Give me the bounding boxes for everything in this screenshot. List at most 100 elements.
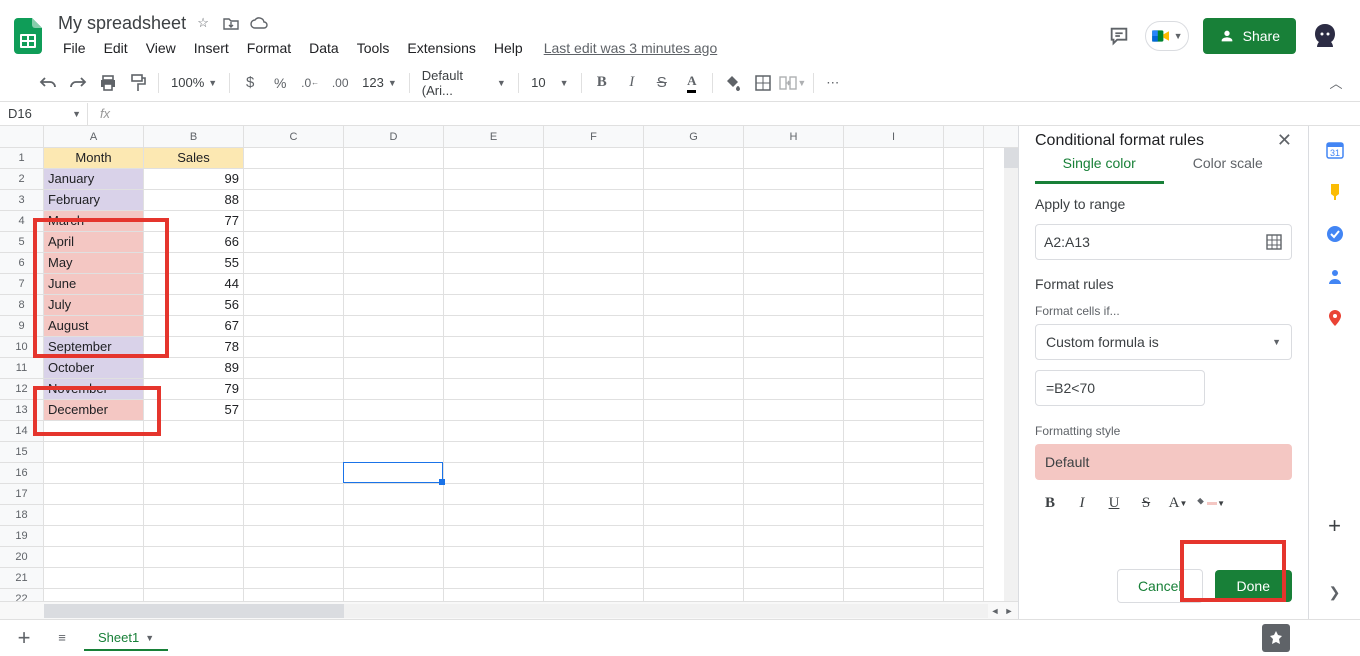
row-header-15[interactable]: 15: [0, 442, 44, 463]
add-sheet-icon[interactable]: +: [8, 622, 40, 654]
cell[interactable]: [244, 274, 344, 295]
cell[interactable]: August: [44, 316, 144, 337]
row-header-9[interactable]: 9: [0, 316, 44, 337]
cell[interactable]: [244, 169, 344, 190]
cell[interactable]: 56: [144, 295, 244, 316]
menu-extensions[interactable]: Extensions: [398, 36, 484, 60]
cell[interactable]: [644, 316, 744, 337]
cell[interactable]: [244, 316, 344, 337]
menu-tools[interactable]: Tools: [348, 36, 399, 60]
cell[interactable]: [244, 463, 344, 484]
row-header-20[interactable]: 20: [0, 547, 44, 568]
column-header-A[interactable]: A: [44, 126, 144, 147]
text-color-icon[interactable]: A: [678, 69, 706, 97]
zoom-select[interactable]: 100% ▼: [165, 69, 223, 97]
cell[interactable]: 77: [144, 211, 244, 232]
cell[interactable]: [144, 526, 244, 547]
cell[interactable]: [244, 547, 344, 568]
row-header-18[interactable]: 18: [0, 505, 44, 526]
cell[interactable]: [344, 379, 444, 400]
cell[interactable]: [444, 211, 544, 232]
addons-plus-icon[interactable]: +: [1328, 513, 1341, 539]
redo-icon[interactable]: [64, 69, 92, 97]
cell[interactable]: [744, 190, 844, 211]
done-button[interactable]: Done: [1215, 570, 1292, 602]
cell[interactable]: [744, 295, 844, 316]
bold-icon[interactable]: B: [588, 69, 616, 97]
cell[interactable]: [744, 463, 844, 484]
share-button[interactable]: Share: [1203, 18, 1296, 54]
cell[interactable]: [544, 190, 644, 211]
menu-edit[interactable]: Edit: [95, 36, 137, 60]
cell[interactable]: 66: [144, 232, 244, 253]
cell[interactable]: [644, 547, 744, 568]
maps-icon[interactable]: [1325, 308, 1345, 328]
more-formats-select[interactable]: 123 ▼: [356, 69, 403, 97]
cell[interactable]: [644, 484, 744, 505]
column-header-D[interactable]: D: [344, 126, 444, 147]
mini-fill-color-icon[interactable]: ▼: [1195, 488, 1225, 518]
cell[interactable]: [444, 505, 544, 526]
cell[interactable]: [144, 463, 244, 484]
cell[interactable]: [344, 505, 444, 526]
cell[interactable]: 88: [144, 190, 244, 211]
menu-file[interactable]: File: [54, 36, 95, 60]
font-size-select[interactable]: 10 ▼: [525, 69, 575, 97]
cell[interactable]: [344, 211, 444, 232]
row-header-21[interactable]: 21: [0, 568, 44, 589]
sheet-menu-icon[interactable]: ▼: [145, 633, 154, 643]
cell[interactable]: [344, 358, 444, 379]
menu-help[interactable]: Help: [485, 36, 532, 60]
cell[interactable]: [244, 358, 344, 379]
cell[interactable]: [344, 526, 444, 547]
menu-data[interactable]: Data: [300, 36, 348, 60]
cell[interactable]: [644, 568, 744, 589]
cell[interactable]: [644, 148, 744, 169]
cell[interactable]: [544, 568, 644, 589]
cell[interactable]: [244, 442, 344, 463]
row-header-10[interactable]: 10: [0, 337, 44, 358]
cell[interactable]: [444, 358, 544, 379]
cell[interactable]: [344, 190, 444, 211]
cell[interactable]: [544, 421, 644, 442]
cell[interactable]: [544, 211, 644, 232]
cell[interactable]: [144, 442, 244, 463]
cancel-button[interactable]: Cancel: [1117, 569, 1203, 603]
contacts-icon[interactable]: [1325, 266, 1345, 286]
cell[interactable]: [844, 463, 944, 484]
increase-decimal-icon[interactable]: .00: [326, 69, 354, 97]
cell[interactable]: [244, 379, 344, 400]
cell[interactable]: [244, 421, 344, 442]
cell[interactable]: [644, 211, 744, 232]
cell[interactable]: [244, 568, 344, 589]
cell[interactable]: [544, 379, 644, 400]
cell[interactable]: [544, 316, 644, 337]
cell[interactable]: [444, 400, 544, 421]
cell[interactable]: [844, 421, 944, 442]
cell[interactable]: Month: [44, 148, 144, 169]
cell[interactable]: [444, 442, 544, 463]
mini-text-color-icon[interactable]: A▼: [1163, 488, 1193, 518]
cell[interactable]: [444, 379, 544, 400]
menu-format[interactable]: Format: [238, 36, 300, 60]
cell[interactable]: [544, 169, 644, 190]
cell[interactable]: [144, 505, 244, 526]
cell[interactable]: July: [44, 295, 144, 316]
cell[interactable]: [644, 358, 744, 379]
cell[interactable]: [644, 526, 744, 547]
cell[interactable]: [244, 526, 344, 547]
cell[interactable]: [44, 505, 144, 526]
explore-icon[interactable]: [1262, 624, 1290, 652]
cell[interactable]: [44, 484, 144, 505]
cell[interactable]: [344, 337, 444, 358]
cell[interactable]: [444, 568, 544, 589]
cell[interactable]: [544, 400, 644, 421]
formula-input[interactable]: =B2<70: [1035, 370, 1205, 406]
cell[interactable]: [644, 379, 744, 400]
cell[interactable]: [744, 505, 844, 526]
cell[interactable]: [244, 400, 344, 421]
cell[interactable]: [544, 484, 644, 505]
cell[interactable]: [344, 568, 444, 589]
meet-button[interactable]: ▼: [1145, 21, 1189, 51]
cell[interactable]: 55: [144, 253, 244, 274]
